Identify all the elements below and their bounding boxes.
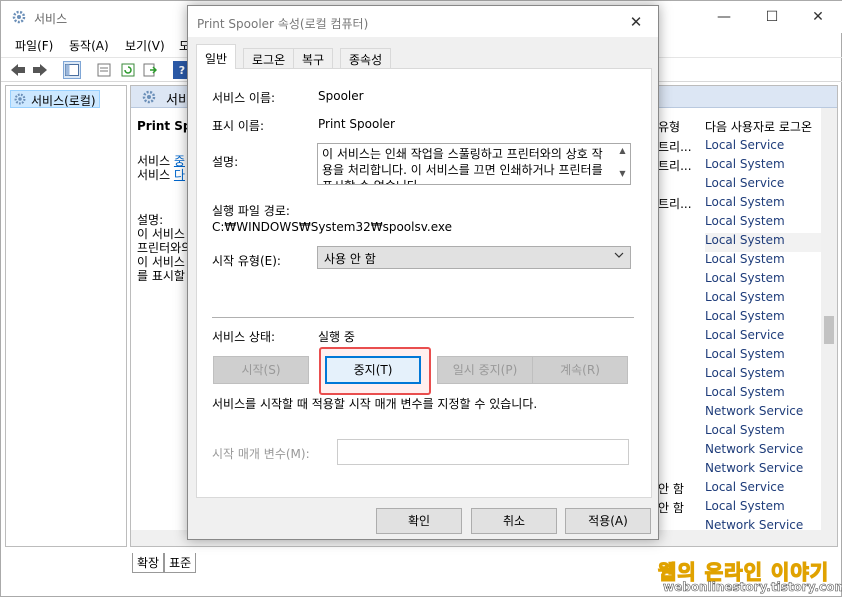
watermark-url: webonlinestory.tistory.com [663,580,842,595]
menu-action[interactable]: 동작(A) [69,37,109,54]
gear-icon [12,10,26,24]
description-label: 설명: [212,155,239,169]
startup-type-select[interactable]: 사용 안 함 [317,246,631,269]
chevron-down-icon [614,250,624,263]
exe-path-value: C:₩WINDOWS₩System32₩spoolsv.exe [212,220,452,234]
start-button[interactable]: 시작(S) [213,356,309,384]
detail-restart-link[interactable]: 다 [174,168,185,182]
description-text: 이 서비스는 인쇄 작업을 스풀링하고 프린터와의 상호 작용을 처리합니다. … [322,147,603,184]
service-row-logon[interactable]: Local System [705,195,825,214]
tab-recovery[interactable]: 복구 [293,48,334,68]
scroll-up-icon[interactable]: ▲ [615,146,630,155]
minimize-button[interactable]: — [701,5,747,31]
service-row-logon[interactable]: Local Service [705,176,825,195]
dialog-close-icon[interactable]: ✕ [622,11,650,35]
service-row-logon[interactable]: Local System [705,385,825,404]
gear-icon [14,93,26,105]
service-row-logon[interactable]: Local System [705,309,825,328]
export-list-icon[interactable] [141,61,159,79]
service-row-logon[interactable]: Local System [705,290,825,309]
scrollbar-thumb[interactable] [824,316,834,344]
scroll-down-icon[interactable]: ▼ [615,169,630,178]
tree-item-services-local[interactable]: 서비스(로컬) [10,90,100,108]
tab-standard[interactable]: 표준 [164,553,197,573]
detail-action-line-2: 서비스 다 [137,168,185,182]
vertical-scrollbar[interactable] [821,108,837,546]
service-row-startup-fragment: 안 함 [658,482,684,496]
service-row-logon[interactable]: Local Service [705,328,825,347]
general-tab-panel: 서비스 이름: Spooler 표시 이름: Print Spooler 설명:… [196,68,652,498]
service-row-logon[interactable]: Local System [705,347,825,366]
service-row-logon[interactable]: Local System [705,366,825,385]
service-name-value: Spooler [318,89,364,103]
tree-item-label: 서비스(로컬) [31,94,96,108]
service-row-logon[interactable]: Local System [705,214,825,233]
startup-type-value: 사용 안 함 [324,252,376,266]
tab-general[interactable]: 일반 [196,44,237,69]
properties-dialog: Print Spooler 속성(로컬 컴퓨터) ✕ 일반 로그온 복구 종속성… [187,5,659,540]
properties-icon[interactable] [95,61,113,79]
start-params-hint: 서비스를 시작할 때 적용할 시작 매개 변수를 지정할 수 있습니다. [212,397,538,411]
service-row-logon[interactable]: Local System [705,271,825,290]
tab-logon[interactable]: 로그온 [243,48,295,68]
service-status-label: 서비스 상태: [212,330,276,344]
gear-icon [142,90,156,104]
start-params-label: 시작 매개 변수(M): [212,447,310,461]
forward-arrow-icon[interactable] [31,61,49,79]
service-row-startup-fragment: 트리... [658,197,692,211]
window-title: 서비스 [34,12,68,26]
description-scrollbar[interactable]: ▲ ▼ [615,144,630,184]
service-row-logon[interactable]: Network Service [705,442,825,461]
cancel-button[interactable]: 취소 [471,508,557,534]
tab-extended[interactable]: 확장 [132,553,165,573]
display-name-value: Print Spooler [318,117,395,131]
exe-path-label: 실행 파일 경로: [212,204,290,218]
service-row-startup-fragment: 트리... [658,159,692,173]
refresh-icon[interactable] [119,61,137,79]
maximize-button[interactable]: ☐ [749,5,795,31]
service-row-startup-fragment: 트리... [658,140,692,154]
tree-pane: 서비스(로컬) [5,85,127,547]
service-row-logon[interactable]: Network Service [705,461,825,480]
service-row-logon[interactable]: Local System [705,233,825,252]
service-row-logon[interactable]: Local Service [705,480,825,499]
startup-type-label: 시작 유형(E): [212,254,281,268]
dialog-title: Print Spooler 속성(로컬 컴퓨터) [197,17,369,31]
divider [212,317,634,318]
close-button[interactable]: ✕ [795,5,841,31]
menu-file[interactable]: 파일(F) [15,37,53,54]
resume-button[interactable]: 계속(R) [532,356,628,384]
service-row-logon[interactable]: Local Service [705,138,825,157]
service-row-logon[interactable]: Local System [705,252,825,271]
menu-view[interactable]: 보기(V) [125,37,165,54]
start-params-input[interactable] [337,439,629,465]
service-name-label: 서비스 이름: [212,91,276,105]
service-row-logon[interactable]: Local System [705,157,825,176]
service-row-logon[interactable]: Network Service [705,404,825,423]
service-row-logon[interactable]: Local System [705,423,825,442]
tab-dependencies[interactable]: 종속성 [340,48,392,68]
pause-button[interactable]: 일시 중지(P) [437,356,533,384]
service-status-value: 실행 중 [318,330,355,344]
detail-desc-line: 를 표시할 [137,269,185,283]
display-name-label: 표시 이름: [212,119,265,133]
stop-button[interactable]: 중지(T) [325,356,421,384]
description-box[interactable]: 이 서비스는 인쇄 작업을 스풀링하고 프린터와의 상호 작용을 처리합니다. … [317,143,631,185]
dialog-titlebar: Print Spooler 속성(로컬 컴퓨터) ✕ [188,6,658,37]
service-row-startup-fragment: 안 함 [658,501,684,515]
back-arrow-icon[interactable] [9,61,27,79]
console-tree-icon[interactable] [63,61,81,79]
ok-button[interactable]: 확인 [376,508,462,534]
apply-button[interactable]: 적용(A) [565,508,651,534]
view-tabs: 확장 표준 [132,553,197,573]
service-row-logon[interactable]: Local System [705,499,825,518]
